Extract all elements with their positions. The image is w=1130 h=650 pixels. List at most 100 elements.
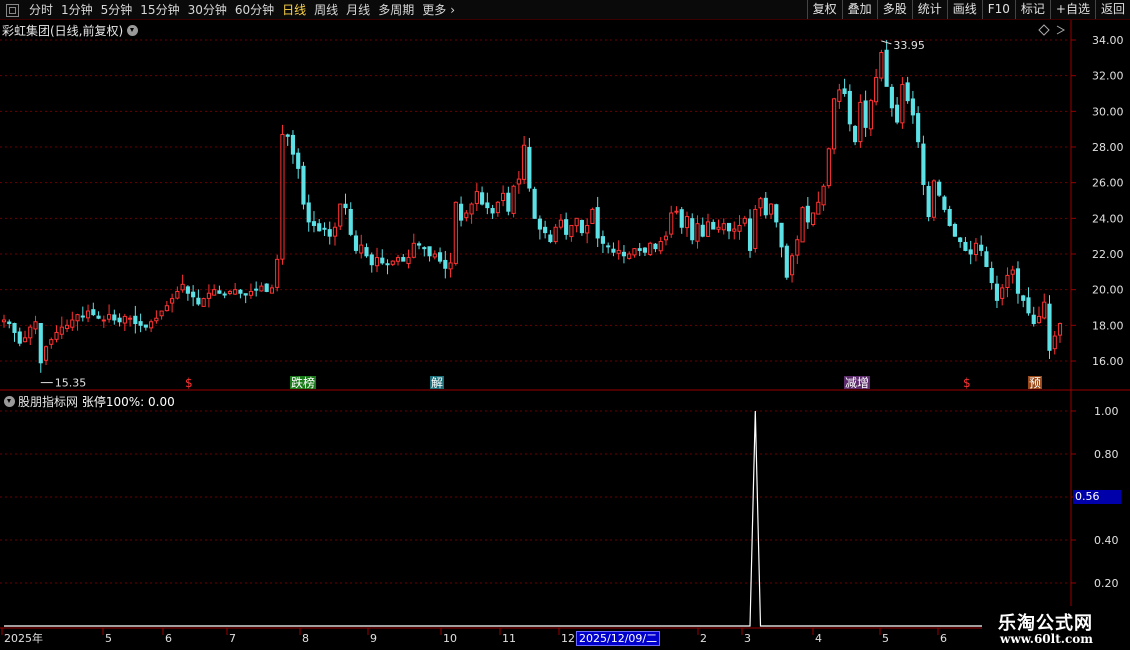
candle-body (38, 322, 43, 364)
site-watermark: 乐淘公式网 www.60lt.com (982, 606, 1130, 650)
candle-body (222, 293, 227, 296)
candle-body (716, 226, 721, 230)
candle-body (642, 247, 648, 253)
candle-body (453, 201, 458, 264)
candle-body (64, 324, 70, 330)
candle-body (905, 82, 910, 102)
candle-body (12, 323, 17, 333)
price-tick-label: 22.00 (1092, 248, 1124, 261)
candle-body (916, 113, 921, 143)
candle-body (889, 86, 894, 109)
candle-body (543, 226, 548, 234)
candle-body (28, 326, 33, 339)
time-tick-label: 6 (165, 632, 172, 645)
candle-body (448, 262, 453, 270)
candle-body (853, 125, 858, 143)
candle-body (1057, 323, 1063, 336)
candle-body (353, 235, 359, 251)
candle-body (768, 203, 774, 215)
candle-body (1052, 335, 1057, 350)
time-tick-label: 6 (940, 632, 947, 645)
candle-body (627, 253, 632, 259)
candle-body (611, 248, 616, 253)
time-tick-label: 3 (744, 632, 751, 645)
candle-body (327, 229, 332, 237)
time-tick-label: 12 (561, 632, 575, 645)
candle-body (101, 319, 106, 322)
candle-body (285, 134, 290, 137)
time-tick-label: 10 (443, 632, 457, 645)
candle-body (837, 89, 842, 102)
kline-chart[interactable]: 34.00 32.00 30.00 28.00 26.00 24.00 22.00 20.00… (0, 0, 1130, 650)
candle-body (348, 208, 353, 235)
candle-body (170, 298, 175, 304)
candle-body (705, 221, 711, 237)
time-tick-label: 5 (882, 632, 889, 645)
candle-body (1021, 295, 1026, 301)
candle-body (532, 188, 537, 219)
event-marker: 减增 (845, 376, 869, 390)
candle-body (684, 216, 690, 229)
indicator-line (4, 410, 1092, 627)
candle-body (275, 258, 280, 288)
candle-body (669, 212, 674, 235)
candle-body (994, 283, 1000, 301)
candle-body (774, 204, 779, 223)
candle-body (900, 84, 905, 124)
event-marker: 预 (1029, 376, 1041, 390)
candle-body (695, 223, 700, 242)
candle-body (842, 88, 847, 94)
candle-body (180, 283, 185, 291)
indicator-tick-label: 0.20 (1094, 577, 1119, 590)
candle-body (133, 315, 138, 325)
chevron-left-icon (1056, 25, 1066, 35)
candle-body (238, 289, 243, 294)
candle-body (973, 242, 979, 256)
event-marker: $ (963, 376, 971, 390)
price-tick-label: 20.00 (1092, 284, 1124, 297)
candle-body (359, 244, 364, 254)
candle-body (306, 202, 311, 223)
price-tick-label: 26.00 (1092, 177, 1124, 190)
candle-body (96, 315, 101, 319)
candle-body (128, 317, 133, 320)
candle-body (54, 331, 59, 340)
candle-body (7, 321, 12, 325)
candle-body (480, 192, 485, 205)
indicator-tick-label: 1.00 (1094, 405, 1119, 418)
candle-body (364, 247, 369, 257)
candle-body (22, 337, 28, 343)
candle-body (269, 287, 275, 294)
candle-body (800, 207, 805, 243)
candle-body (874, 76, 879, 103)
time-tick-label: 4 (815, 632, 822, 645)
diamond-icon (1038, 24, 1050, 36)
candle-body (474, 191, 479, 204)
time-tick-label: 9 (370, 632, 377, 645)
time-tick-label: 2 (700, 632, 707, 645)
candle-body (711, 221, 716, 230)
candle-body (227, 290, 232, 294)
candle-body (747, 218, 753, 251)
candle-body (784, 245, 789, 278)
candle-body (884, 49, 889, 87)
price-tick-label: 32.00 (1092, 70, 1124, 83)
candle-body (789, 255, 795, 276)
event-marker: $ (185, 376, 193, 390)
candle-body (59, 326, 64, 335)
candle-body (75, 314, 80, 322)
candle-body (910, 98, 915, 116)
candle-body (464, 212, 469, 219)
candle-body (1031, 314, 1036, 325)
candle-body (579, 219, 584, 234)
candle-body (427, 246, 432, 257)
candle-body (726, 222, 732, 232)
candle-body (621, 251, 627, 257)
price-tick-label: 34.00 (1092, 34, 1124, 47)
candle-body (117, 317, 122, 323)
candle-body (947, 208, 952, 226)
candle-body (416, 243, 422, 246)
candle-body (979, 244, 984, 251)
candle-body (196, 297, 201, 305)
candle-body (968, 249, 973, 255)
